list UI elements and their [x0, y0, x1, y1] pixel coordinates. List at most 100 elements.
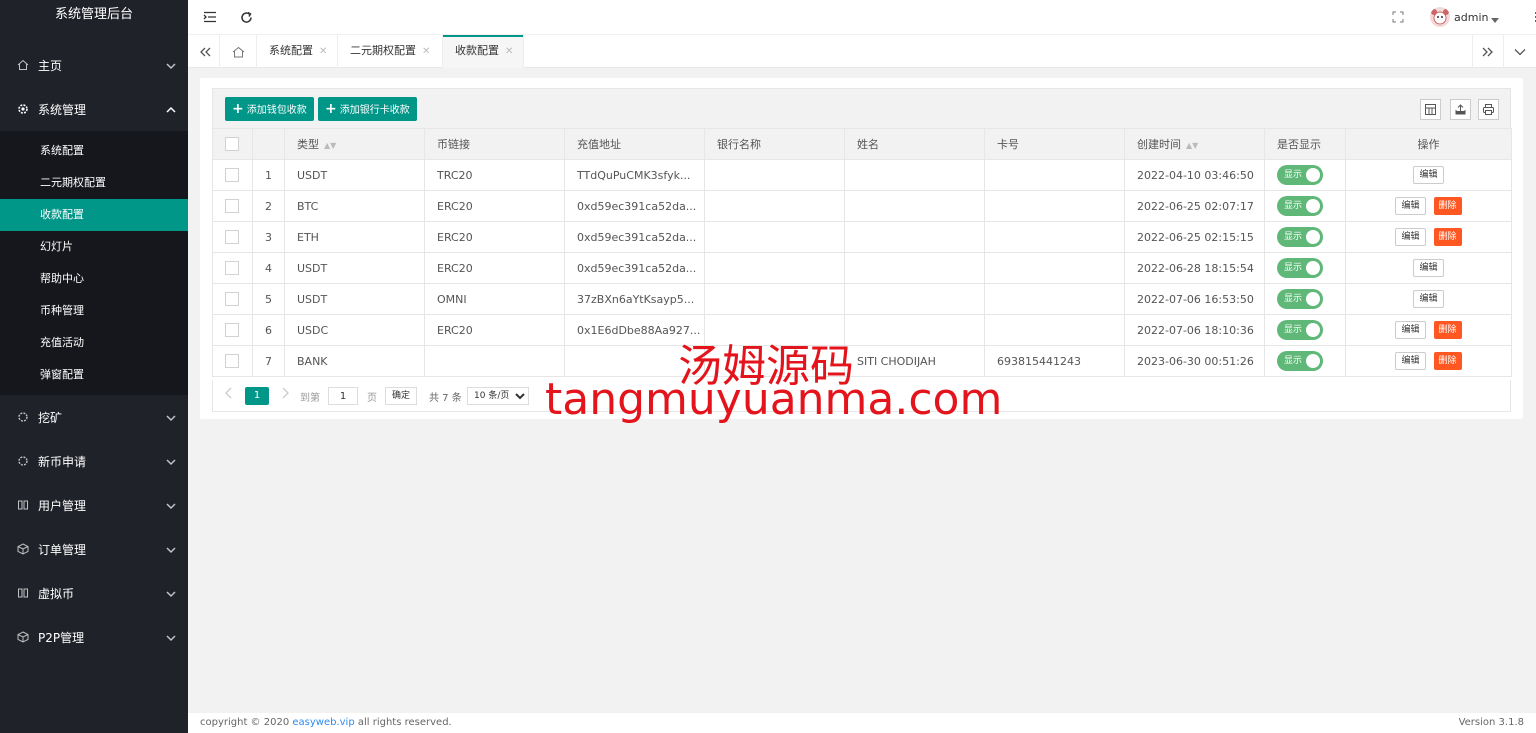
edit-button[interactable]: 编辑: [1395, 321, 1426, 339]
export-icon[interactable]: [1450, 99, 1471, 120]
page-jump-input[interactable]: [328, 387, 358, 405]
sidebar-item-system[interactable]: 系统管理: [0, 87, 188, 131]
row-checkbox[interactable]: [225, 292, 239, 306]
sidebar-item-home[interactable]: 主页: [0, 43, 188, 87]
row-checkbox[interactable]: [225, 230, 239, 244]
table-row: 6 USDC ERC20 0x1E6dDbe88Aa927... 2022-07-06 …: [212, 314, 1512, 346]
sidebar-item-label: 用户管理: [38, 498, 87, 513]
row-checkbox[interactable]: [225, 168, 239, 182]
row-checkbox[interactable]: [225, 199, 239, 213]
delete-button[interactable]: 删除: [1433, 352, 1462, 370]
show-toggle[interactable]: 显示: [1277, 289, 1323, 309]
cell-card: [984, 190, 1125, 222]
cell-type: USDT: [284, 159, 425, 191]
close-icon[interactable]: ✕: [319, 46, 327, 57]
tabs-scroll-left-icon[interactable]: [190, 35, 220, 68]
sort-icon[interactable]: ▲▼: [324, 141, 336, 150]
top-header: admin: [188, 0, 1536, 34]
next-page-icon[interactable]: [281, 387, 289, 402]
close-icon[interactable]: ✕: [422, 46, 430, 57]
prev-page-icon[interactable]: [225, 387, 233, 402]
tab-payment-config[interactable]: 收款配置 ✕: [443, 35, 524, 68]
cell-actions: 编辑: [1345, 159, 1512, 191]
cell-created: 2022-06-25 02:15:15: [1124, 221, 1265, 253]
row-checkbox[interactable]: [225, 323, 239, 337]
edit-button[interactable]: 编辑: [1413, 290, 1444, 308]
menu-fold-icon[interactable]: [199, 6, 221, 28]
tab-system-config[interactable]: 系统配置 ✕: [257, 35, 338, 68]
cell-actions: 编辑 删除: [1345, 314, 1512, 346]
edit-button[interactable]: 编辑: [1395, 228, 1426, 246]
user-menu[interactable]: admin: [1430, 7, 1500, 27]
tabs-menu-chevron-icon[interactable]: [1504, 35, 1536, 68]
sidebar-subitem-active[interactable]: 收款配置: [0, 199, 188, 231]
page-size-select[interactable]: 10 条/页: [467, 387, 529, 405]
button-label: 添加银行卡收款: [339, 105, 410, 116]
fullscreen-icon[interactable]: [1387, 6, 1409, 28]
add-bank-button[interactable]: + 添加银行卡收款: [318, 97, 417, 121]
edit-button[interactable]: 编辑: [1413, 166, 1444, 184]
sidebar-subitem[interactable]: 二元期权配置: [0, 167, 188, 199]
edit-button[interactable]: 编辑: [1395, 197, 1426, 215]
show-toggle[interactable]: 显示: [1277, 196, 1323, 216]
add-wallet-button[interactable]: + 添加钱包收款: [225, 97, 314, 121]
cell-type: BTC: [284, 190, 425, 222]
easyweb-link[interactable]: easyweb.vip: [292, 717, 354, 728]
sidebar-subitem[interactable]: 帮助中心: [0, 263, 188, 295]
tab-home-icon[interactable]: [221, 35, 257, 68]
show-toggle[interactable]: 显示: [1277, 320, 1323, 340]
page-jump-confirm-button[interactable]: 确定: [385, 387, 418, 405]
show-toggle[interactable]: 显示: [1277, 258, 1323, 278]
sidebar-subitem[interactable]: 系统配置: [0, 135, 188, 167]
cell-bank: [704, 190, 845, 222]
table-header-show: 是否显示: [1264, 128, 1346, 160]
cell-created: 2022-07-06 18:10:36: [1124, 314, 1265, 346]
row-checkbox[interactable]: [225, 354, 239, 368]
cell-type: BANK: [284, 345, 425, 377]
cell-address: 0xd59ec391ca52da...: [564, 190, 705, 222]
table-header-type[interactable]: 类型 ▲▼: [284, 128, 425, 160]
edit-button[interactable]: 编辑: [1395, 352, 1426, 370]
show-toggle[interactable]: 显示: [1277, 351, 1323, 371]
select-all-cell: [212, 128, 253, 160]
copyright-text: copyright © 2020 easyweb.vip all rights …: [200, 713, 452, 733]
row-select-cell: [212, 190, 253, 222]
sidebar-item-orders[interactable]: 订单管理: [0, 527, 188, 571]
edit-button[interactable]: 编辑: [1413, 259, 1444, 277]
cell-created: 2022-07-06 16:53:50: [1124, 283, 1265, 315]
refresh-icon[interactable]: [235, 6, 257, 28]
sort-icon[interactable]: ▲▼: [1186, 141, 1198, 150]
sidebar-subitem[interactable]: 充值活动: [0, 327, 188, 359]
copyright-suffix: all rights reserved.: [354, 717, 452, 728]
show-toggle[interactable]: 显示: [1277, 165, 1323, 185]
select-all-checkbox[interactable]: [225, 137, 239, 151]
delete-button[interactable]: 删除: [1433, 197, 1462, 215]
username: admin: [1454, 10, 1489, 24]
sidebar-item-label: 主页: [38, 58, 63, 73]
sidebar-item-users[interactable]: 用户管理: [0, 483, 188, 527]
close-icon[interactable]: ✕: [505, 46, 513, 57]
cell-created: 2023-06-30 00:51:26: [1124, 345, 1265, 377]
sidebar-subitem[interactable]: 幻灯片: [0, 231, 188, 263]
sidebar-subitem[interactable]: 弹窗配置: [0, 359, 188, 391]
button-label: 添加钱包收款: [246, 105, 307, 116]
show-toggle[interactable]: 显示: [1277, 227, 1323, 247]
table-header-created[interactable]: 创建时间 ▲▼: [1124, 128, 1265, 160]
delete-button[interactable]: 删除: [1433, 228, 1462, 246]
cell-show: 显示: [1264, 283, 1346, 315]
sidebar-item-new-coin[interactable]: 新币申请: [0, 439, 188, 483]
sidebar-subitem[interactable]: 币种管理: [0, 295, 188, 327]
chevron-down-icon: [166, 59, 176, 73]
delete-button[interactable]: 删除: [1433, 321, 1462, 339]
page-1-button[interactable]: 1: [245, 387, 269, 405]
sidebar-item-mining[interactable]: 挖矿: [0, 395, 188, 439]
sidebar-item-virtual-coin[interactable]: 虚拟币: [0, 571, 188, 615]
gear-icon: [16, 102, 30, 116]
print-icon[interactable]: [1478, 99, 1499, 120]
columns-filter-icon[interactable]: [1420, 99, 1441, 120]
tab-binary-options-config[interactable]: 二元期权配置 ✕: [338, 35, 443, 68]
sidebar-item-p2p[interactable]: P2P管理: [0, 615, 188, 659]
tabs-scroll-right-icon[interactable]: [1472, 35, 1504, 68]
row-checkbox[interactable]: [225, 261, 239, 275]
cell-card: 693815441243: [984, 345, 1125, 377]
